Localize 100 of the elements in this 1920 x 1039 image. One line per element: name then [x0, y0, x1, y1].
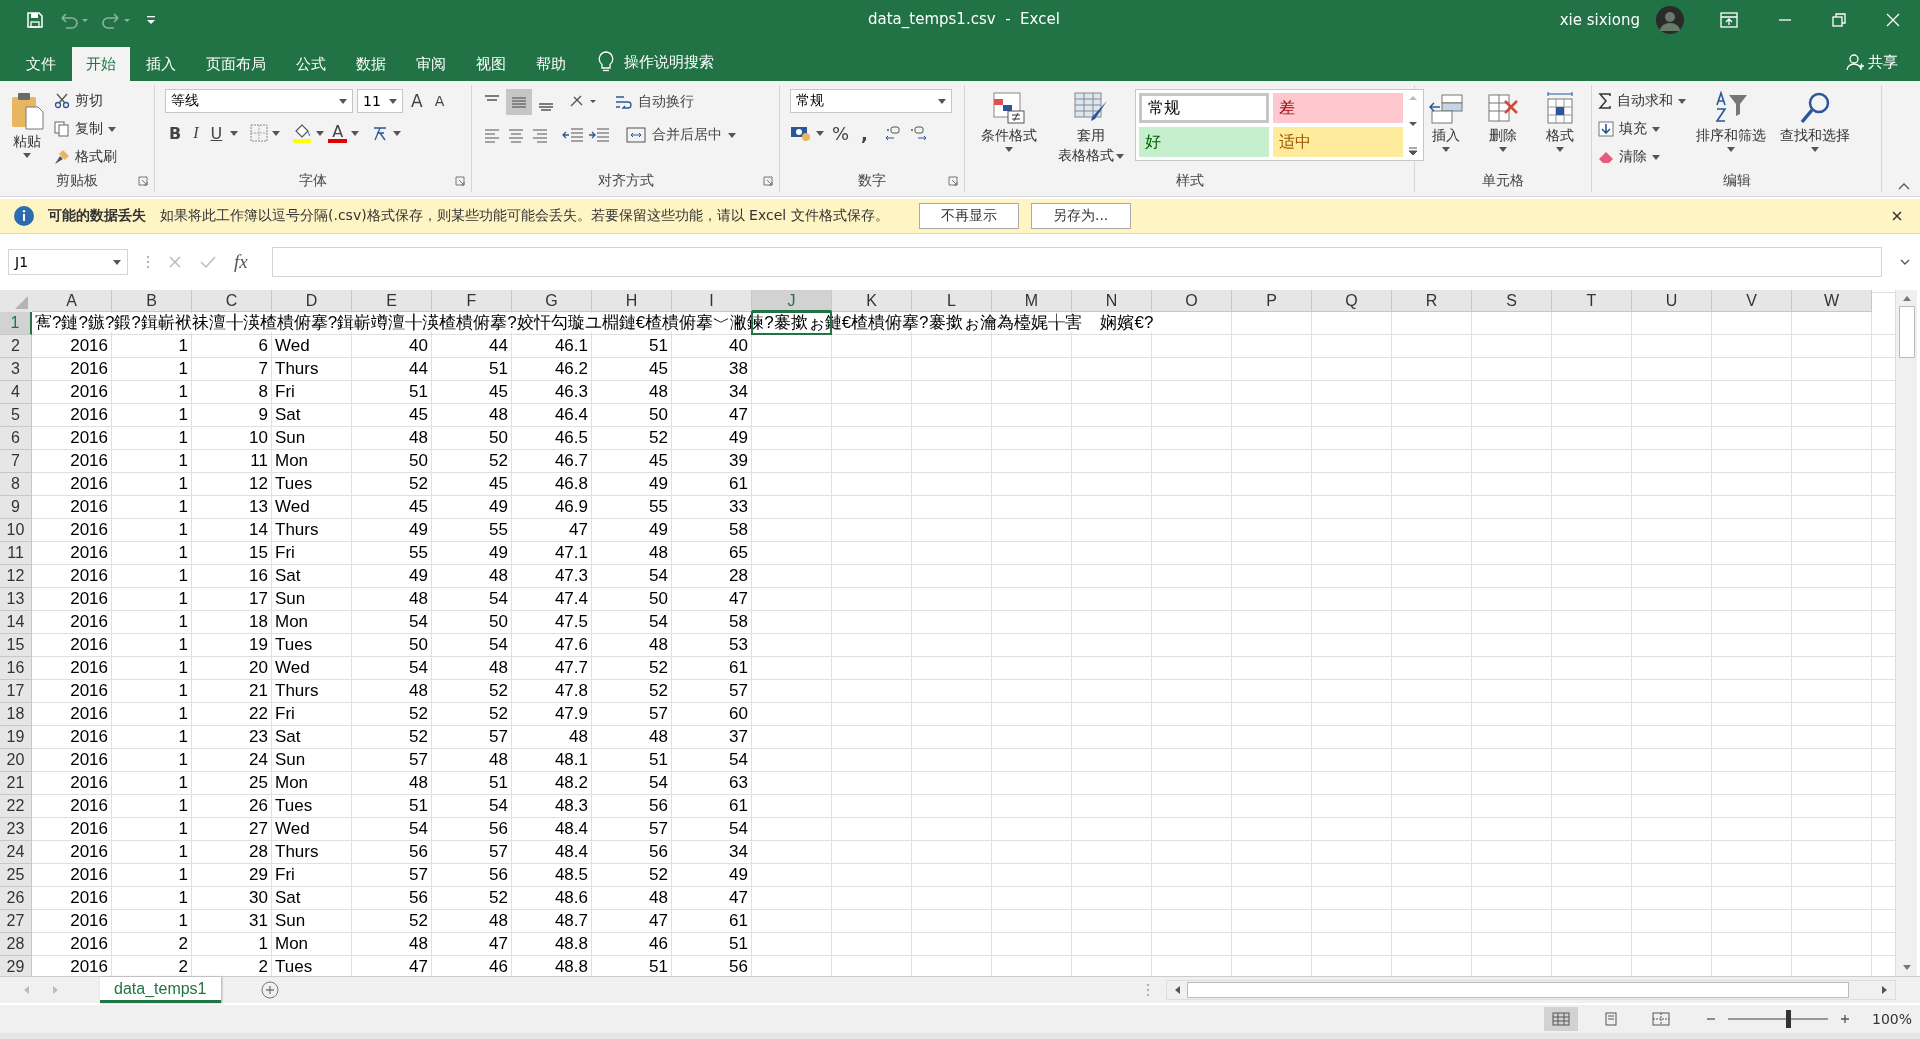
view-button[interactable] — [1543, 1007, 1578, 1031]
column-header[interactable]: F — [432, 290, 512, 312]
ribbon-tab[interactable]: 帮助 — [522, 47, 580, 81]
row-header[interactable]: 14 — [0, 611, 32, 634]
decrease-indent-icon[interactable] — [562, 125, 584, 145]
sort-filter-button[interactable]: 排序和筛选 — [1692, 89, 1770, 154]
zoom-in-icon[interactable] — [1839, 1014, 1850, 1024]
conditional-formatting-button[interactable]: 条件格式 — [971, 89, 1047, 154]
more-styles-icon[interactable] — [1408, 147, 1418, 155]
row-header[interactable]: 15 — [0, 634, 32, 657]
dialog-launcher-icon[interactable] — [948, 176, 958, 186]
find-select-button[interactable]: 查找和选择 — [1776, 89, 1854, 154]
row-header[interactable]: 5 — [0, 404, 32, 427]
lightbulb-icon[interactable] — [598, 51, 614, 73]
format-as-table-button[interactable]: 套用 表格格式 — [1053, 89, 1129, 167]
column-header[interactable]: J — [752, 290, 832, 312]
column-header[interactable]: L — [912, 290, 992, 312]
add-sheet-icon[interactable] — [260, 981, 279, 999]
comma-button[interactable]: , — [857, 121, 872, 145]
ribbon-tab[interactable]: 文件 — [12, 47, 70, 81]
column-header[interactable]: A — [32, 290, 112, 312]
currency-icon[interactable] — [790, 124, 812, 142]
message-bar-button[interactable]: 不再显示 — [918, 203, 1019, 229]
row-header[interactable]: 20 — [0, 749, 32, 772]
percent-button[interactable]: % — [828, 121, 854, 145]
scroll-down-icon[interactable] — [1408, 121, 1418, 127]
column-header[interactable]: D — [272, 290, 352, 312]
fill-color-icon[interactable] — [292, 123, 313, 143]
row-header[interactable]: 4 — [0, 381, 32, 404]
scroll-thumb[interactable] — [1898, 306, 1915, 358]
column-header[interactable]: P — [1232, 290, 1312, 312]
cell-style-swatch[interactable]: 适中 — [1273, 127, 1403, 157]
row-header[interactable]: 7 — [0, 450, 32, 473]
scroll-thumb[interactable] — [1187, 982, 1849, 998]
customize-caret-icon[interactable] — [146, 14, 156, 26]
column-header[interactable]: N — [1072, 290, 1152, 312]
column-header[interactable]: B — [112, 290, 192, 312]
column-header[interactable]: Q — [1312, 290, 1392, 312]
delete-cells-button[interactable]: 删除 — [1481, 89, 1525, 154]
autosum-button[interactable]: 自动求和 — [1598, 89, 1686, 113]
row-header[interactable]: 17 — [0, 680, 32, 703]
person-icon[interactable] — [1846, 53, 1864, 71]
column-header[interactable]: G — [512, 290, 592, 312]
row-header[interactable]: 3 — [0, 358, 32, 381]
fill-button[interactable]: 填充 — [1598, 117, 1686, 141]
scroll-up-icon[interactable] — [1901, 294, 1912, 302]
avatar-icon[interactable] — [1656, 6, 1684, 34]
share-button[interactable]: 共享 — [1868, 53, 1898, 72]
bold-button[interactable]: B — [165, 121, 186, 145]
ribbon-tab[interactable]: 公式 — [282, 47, 340, 81]
ribbon-display-icon[interactable] — [1720, 12, 1738, 28]
row-header[interactable]: 9 — [0, 496, 32, 519]
close-icon[interactable] — [1892, 211, 1902, 221]
row-header[interactable]: 11 — [0, 542, 32, 565]
paste-button[interactable]: 粘贴 — [6, 89, 48, 160]
underline-button[interactable]: U — [206, 121, 227, 145]
row-header[interactable]: 26 — [0, 887, 32, 910]
vertical-scrollbar[interactable] — [1895, 290, 1917, 976]
zoom-slider-thumb[interactable] — [1785, 1010, 1791, 1028]
row-header[interactable]: 6 — [0, 427, 32, 450]
italic-button[interactable]: I — [189, 121, 203, 145]
column-header[interactable]: U — [1632, 290, 1712, 312]
column-header[interactable]: O — [1152, 290, 1232, 312]
row-header[interactable]: 1 — [0, 312, 32, 335]
ribbon-tab[interactable]: 页面布局 — [192, 47, 280, 81]
row-header[interactable]: 10 — [0, 519, 32, 542]
column-header[interactable]: R — [1392, 290, 1472, 312]
ribbon-tab[interactable]: 数据 — [342, 47, 400, 81]
scroll-up-icon[interactable] — [1408, 95, 1418, 101]
row-header[interactable]: 16 — [0, 657, 32, 680]
scroll-right-icon[interactable] — [1881, 985, 1889, 995]
number-format-dropdown[interactable]: 常规 — [790, 89, 952, 113]
horizontal-scrollbar[interactable] — [1166, 980, 1896, 1000]
row-header[interactable]: 13 — [0, 588, 32, 611]
font-size-dropdown[interactable]: 11 — [357, 89, 403, 113]
split-handle-icon[interactable] — [1146, 983, 1150, 997]
column-header[interactable]: W — [1792, 290, 1872, 312]
undo-icon[interactable] — [58, 11, 88, 29]
dialog-launcher-icon[interactable] — [138, 176, 148, 186]
insert-cells-button[interactable]: 插入 — [1424, 89, 1469, 154]
enter-icon[interactable] — [200, 255, 216, 269]
cancel-icon[interactable] — [168, 255, 182, 269]
row-header[interactable]: 22 — [0, 795, 32, 818]
shrink-font-button[interactable]: A — [430, 89, 449, 113]
increase-indent-icon[interactable] — [588, 125, 610, 145]
tell-me-search[interactable]: 操作说明搜索 — [624, 53, 714, 72]
insert-function-button[interactable]: fx — [234, 251, 248, 273]
column-header[interactable]: S — [1472, 290, 1552, 312]
copy-button[interactable]: 复制 — [54, 117, 117, 141]
cell-style-swatch[interactable]: 差 — [1273, 93, 1403, 123]
collapse-ribbon-icon[interactable] — [1898, 182, 1910, 190]
column-header[interactable]: I — [672, 290, 752, 312]
cell-style-swatch[interactable]: 好 — [1139, 127, 1269, 157]
row-header[interactable]: 28 — [0, 933, 32, 956]
font-name-dropdown[interactable]: 等线 — [165, 89, 353, 113]
format-painter-button[interactable]: 格式刷 — [54, 145, 117, 169]
format-cells-button[interactable]: 格式 — [1537, 89, 1582, 154]
row-header[interactable]: 19 — [0, 726, 32, 749]
cut-button[interactable]: 剪切 — [54, 89, 117, 113]
ribbon-tab[interactable]: 审阅 — [402, 47, 460, 81]
